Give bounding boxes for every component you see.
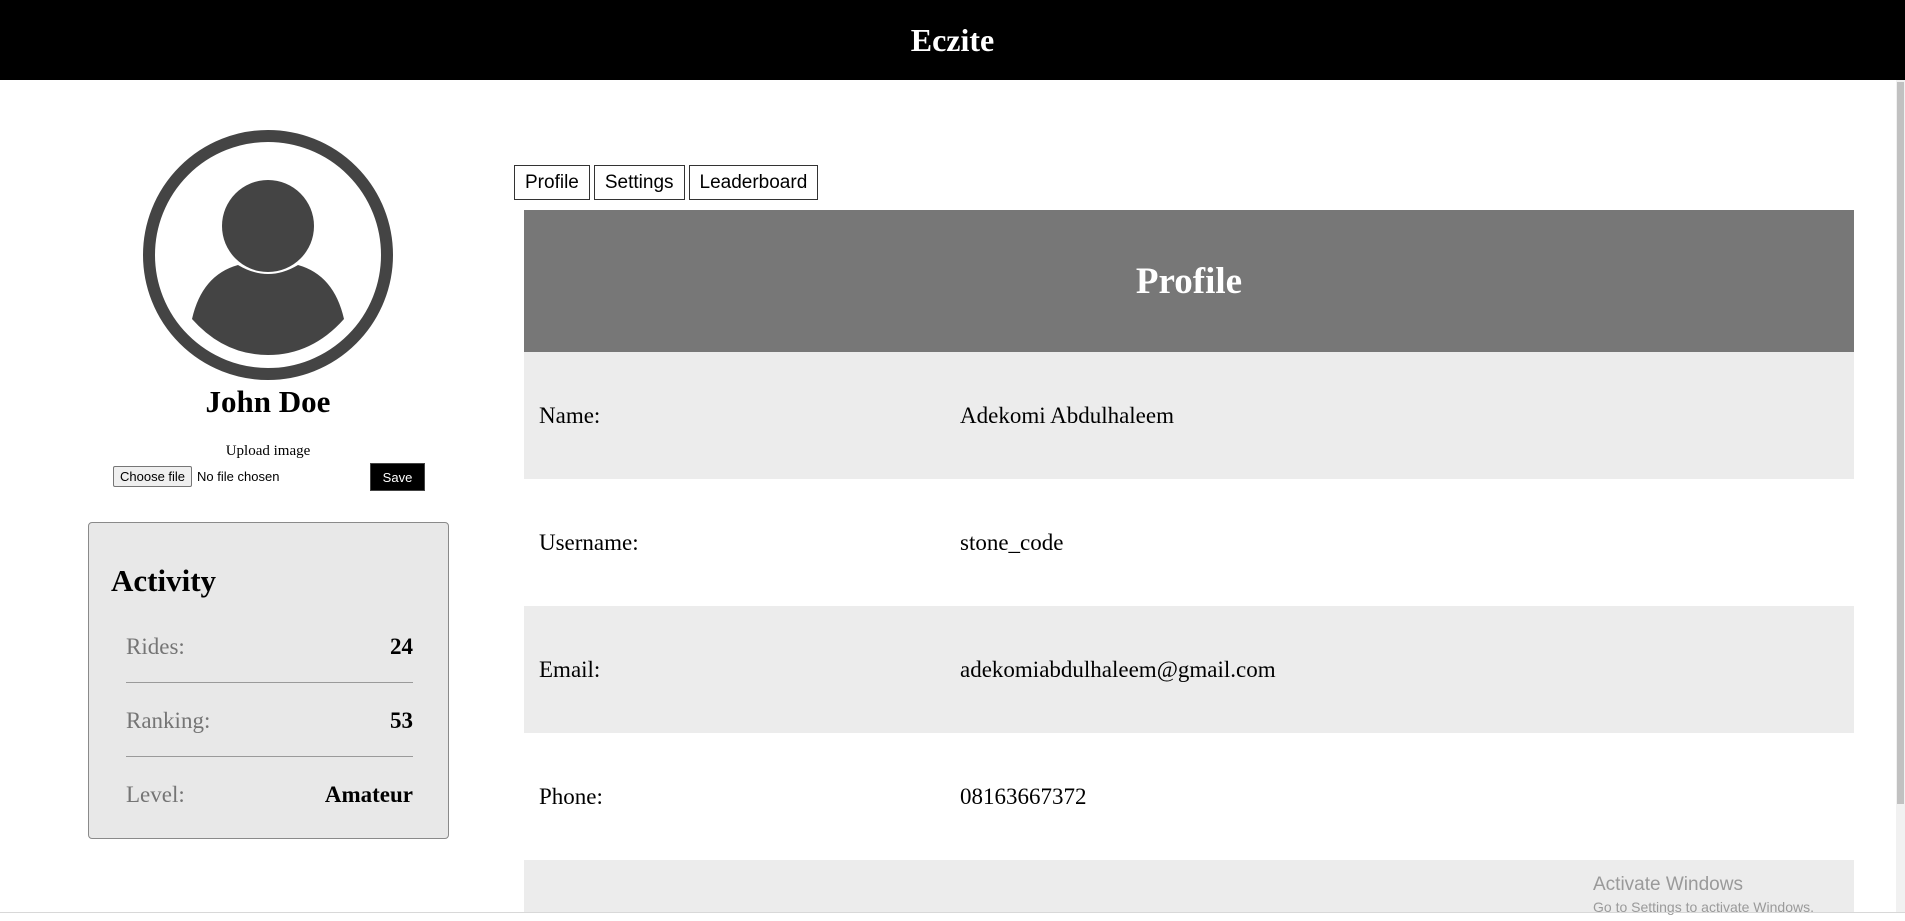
activity-divider xyxy=(126,756,413,757)
activity-row-ranking: Ranking: 53 xyxy=(126,701,413,741)
user-avatar-icon xyxy=(143,130,393,380)
profile-display-name: John Doe xyxy=(205,384,331,419)
activity-card: Activity Rides: 24 Ranking: 53 Level: Am… xyxy=(88,522,449,839)
file-status-text: No file chosen xyxy=(197,468,280,484)
field-label: Email: xyxy=(539,656,601,682)
activity-value: 53 xyxy=(390,708,413,733)
watermark-title: Activate Windows xyxy=(1593,874,1743,895)
activity-title: Activity xyxy=(111,563,217,598)
choose-file-button[interactable]: Choose file xyxy=(113,465,193,487)
save-button[interactable]: Save xyxy=(370,463,425,491)
field-label: Username: xyxy=(539,529,639,555)
tab-leaderboard[interactable]: Leaderboard xyxy=(688,165,819,200)
brand-title: Eczite xyxy=(910,21,995,58)
profile-field-phone: Phone: 08163667372 xyxy=(524,733,1854,860)
activity-value: 24 xyxy=(390,634,413,659)
scrollbar-thumb[interactable] xyxy=(1897,82,1904,804)
file-input[interactable]: Choose file No file chosen xyxy=(113,465,279,487)
activity-label: Rides: xyxy=(126,634,185,659)
activity-value: Amateur xyxy=(324,782,413,807)
profile-panel-title: Profile xyxy=(1135,260,1243,302)
windows-activation-watermark: Activate Windows Go to Settings to activ… xyxy=(1593,874,1814,915)
tab-profile[interactable]: Profile xyxy=(514,165,590,200)
field-value: adekomiabdulhaleem@gmail.com xyxy=(960,656,1276,682)
activity-label: Ranking: xyxy=(126,708,211,733)
activity-divider xyxy=(126,682,413,683)
activity-row-level: Level: Amateur xyxy=(126,775,413,815)
field-value: Adekomi Abdulhaleem xyxy=(960,402,1174,428)
profile-field-email: Email: adekomiabdulhaleem@gmail.com xyxy=(524,606,1854,733)
tab-settings[interactable]: Settings xyxy=(593,165,685,200)
field-value: stone_code xyxy=(960,529,1064,555)
field-label: Phone: xyxy=(539,783,603,809)
tab-bar: Profile Settings Leaderboard xyxy=(514,165,819,200)
profile-field-name: Name: Adekomi Abdulhaleem xyxy=(524,352,1854,479)
upload-image-label: Upload image xyxy=(225,443,311,459)
field-value: 08163667372 xyxy=(960,783,1087,809)
profile-field-username: Username: stone_code xyxy=(524,479,1854,606)
activity-label: Level: xyxy=(126,782,185,807)
activity-row-rides: Rides: 24 xyxy=(126,627,413,667)
profile-panel-header: Profile xyxy=(524,210,1854,352)
top-navbar: Eczite xyxy=(0,0,1905,80)
field-label: Name: xyxy=(539,402,601,428)
bottom-divider xyxy=(0,912,1905,913)
